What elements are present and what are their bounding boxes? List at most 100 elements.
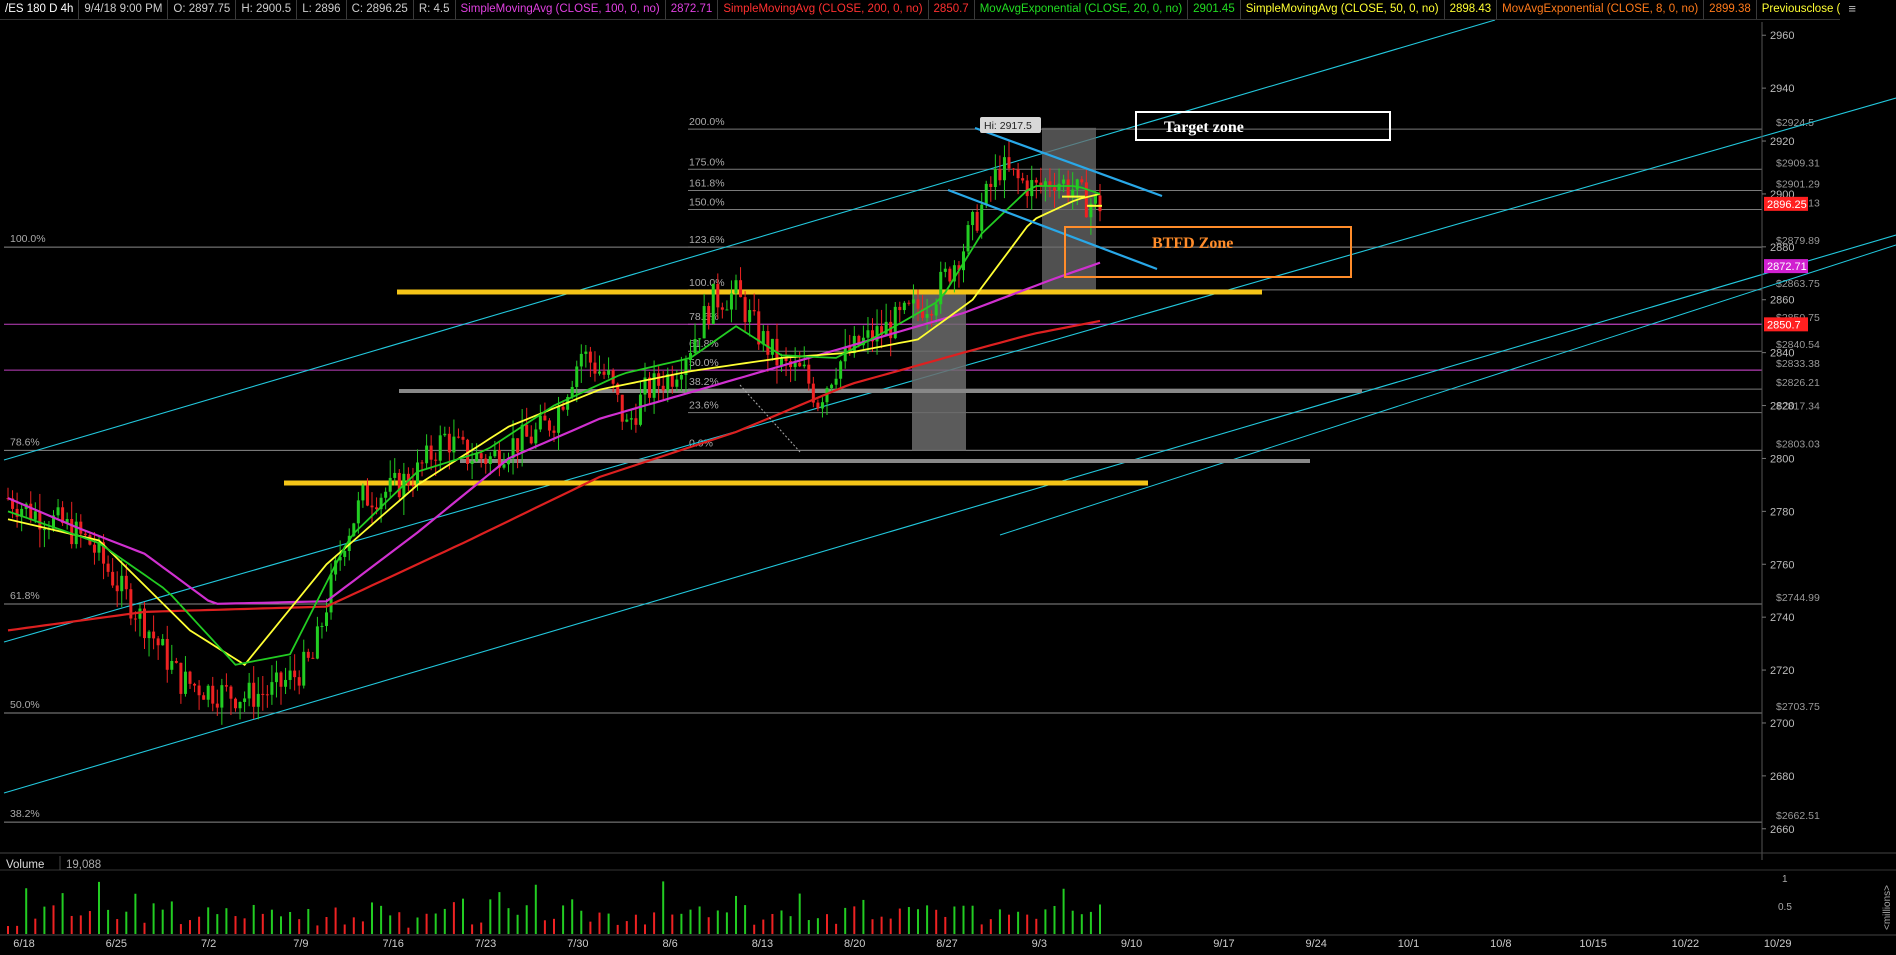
candle-body — [197, 685, 201, 696]
price-tick-label: 2740 — [1770, 612, 1794, 624]
volume-bar — [917, 909, 919, 934]
date-tick-label: 10/15 — [1579, 938, 1607, 950]
left-fib-label: 50.0% — [10, 699, 40, 711]
volume-bar — [689, 909, 692, 934]
candle-body — [971, 212, 975, 226]
date-tick-label: 7/30 — [567, 938, 588, 950]
volume-bar — [998, 909, 1001, 934]
candle-body — [443, 433, 447, 436]
candle-body — [452, 436, 456, 453]
volume-bar — [807, 920, 810, 934]
volume-bar — [1071, 910, 1074, 934]
volume-bar — [525, 905, 528, 934]
candle-body — [416, 462, 419, 486]
candle-body — [211, 685, 215, 704]
volume-bar — [989, 919, 992, 934]
candle-body — [288, 670, 292, 680]
bar-high: H: 2900.5 — [236, 0, 298, 19]
candle-body — [602, 371, 606, 375]
price-tick-label: 2820 — [1770, 401, 1794, 413]
volume-bar — [862, 899, 865, 934]
candle-body — [570, 386, 574, 398]
study-0[interactable]: SimpleMovingAvg (CLOSE, 100, 0, no) — [456, 0, 666, 19]
candle-body — [816, 402, 820, 409]
mid-fib-label: 123.6% — [689, 234, 725, 246]
volume-bar — [189, 920, 191, 934]
date-tick-label: 7/9 — [293, 938, 308, 950]
candle-body — [56, 507, 60, 516]
study-value-0: 2872.71 — [666, 0, 719, 19]
candle-body — [834, 378, 838, 385]
date-tick-label: 6/25 — [106, 938, 127, 950]
candle-body — [607, 370, 611, 375]
volume-bar — [352, 917, 355, 934]
study-3[interactable]: SimpleMovingAvg (CLOSE, 50, 0, no) — [1241, 0, 1445, 19]
chart-canvas[interactable]: 100.0%78.6%61.8%50.0%38.2%$2924.5$2909.3… — [0, 0, 1896, 955]
candle-body — [984, 183, 988, 205]
candle-body — [529, 436, 533, 444]
price-tick-label: 2660 — [1770, 824, 1794, 836]
candle-body — [966, 225, 970, 252]
volume-bar — [380, 905, 383, 934]
candle-body — [588, 351, 592, 363]
volume-bar — [762, 919, 765, 934]
volume-bar — [1035, 918, 1038, 934]
volume-bar — [361, 921, 364, 934]
volume-bar — [252, 904, 255, 934]
volume-bar — [34, 918, 37, 934]
candle-body — [1034, 180, 1038, 183]
volume-bar — [543, 920, 546, 934]
candle-body — [975, 212, 979, 231]
date-tick-label: 8/13 — [752, 938, 773, 950]
study-1[interactable]: SimpleMovingAvg (CLOSE, 200, 0, no) — [718, 0, 929, 19]
candle-body — [484, 458, 488, 464]
candle-body — [675, 379, 679, 387]
candle-body — [980, 204, 984, 231]
volume-bar — [926, 905, 929, 934]
volume-bar — [562, 905, 565, 934]
volume-bar — [216, 914, 219, 934]
price-tick-label: 2880 — [1770, 242, 1794, 254]
study-4[interactable]: MovAvgExponential (CLOSE, 8, 0, no) — [1497, 0, 1705, 19]
candle-body — [42, 529, 46, 531]
bar-range: R: 4.5 — [414, 0, 456, 19]
candle-body — [884, 321, 888, 335]
candle-body — [698, 338, 702, 340]
price-tick-label: 2840 — [1770, 348, 1794, 360]
study-value-1: 2850.7 — [929, 0, 975, 19]
candle-body — [552, 430, 556, 433]
volume-bar — [716, 910, 719, 934]
study-2[interactable]: MovAvgExponential (CLOSE, 20, 0, no) — [975, 0, 1189, 19]
candle-body — [147, 631, 151, 639]
bar-date: 9/4/18 9:00 PM — [79, 0, 169, 19]
volume-bar — [898, 908, 901, 934]
volume-bar — [489, 899, 492, 934]
study-5[interactable]: Previousclose (DAY, 1, -1,... — [1757, 0, 1840, 19]
volume-bar — [16, 925, 19, 934]
candle-body — [306, 651, 310, 658]
candle-body — [770, 338, 774, 355]
volume-bar — [270, 909, 273, 934]
volume-bar — [798, 893, 801, 934]
volume-bar — [198, 916, 201, 934]
candle-body — [74, 521, 78, 545]
volume-bar — [971, 905, 974, 934]
volume-bar — [644, 924, 646, 934]
candle-body — [270, 682, 274, 695]
volume-bar — [179, 924, 182, 934]
volume-bar — [116, 919, 119, 934]
symbol-label[interactable]: /ES 180 D 4h — [0, 0, 80, 19]
date-tick-label: 8/27 — [936, 938, 957, 950]
date-tick-label: 9/24 — [1305, 938, 1326, 950]
volume-bar — [434, 913, 437, 934]
candle-body — [593, 362, 597, 374]
menu-icon[interactable]: ≡ — [1848, 1, 1856, 16]
candle-body — [397, 472, 401, 498]
candle-body — [1057, 183, 1061, 191]
candle-body — [493, 450, 497, 457]
candle-body — [752, 310, 756, 312]
candle-body — [907, 302, 911, 304]
left-fib-label: 61.8% — [10, 590, 40, 602]
candle-body — [420, 462, 424, 464]
bar-close: C: 2896.25 — [347, 0, 414, 19]
